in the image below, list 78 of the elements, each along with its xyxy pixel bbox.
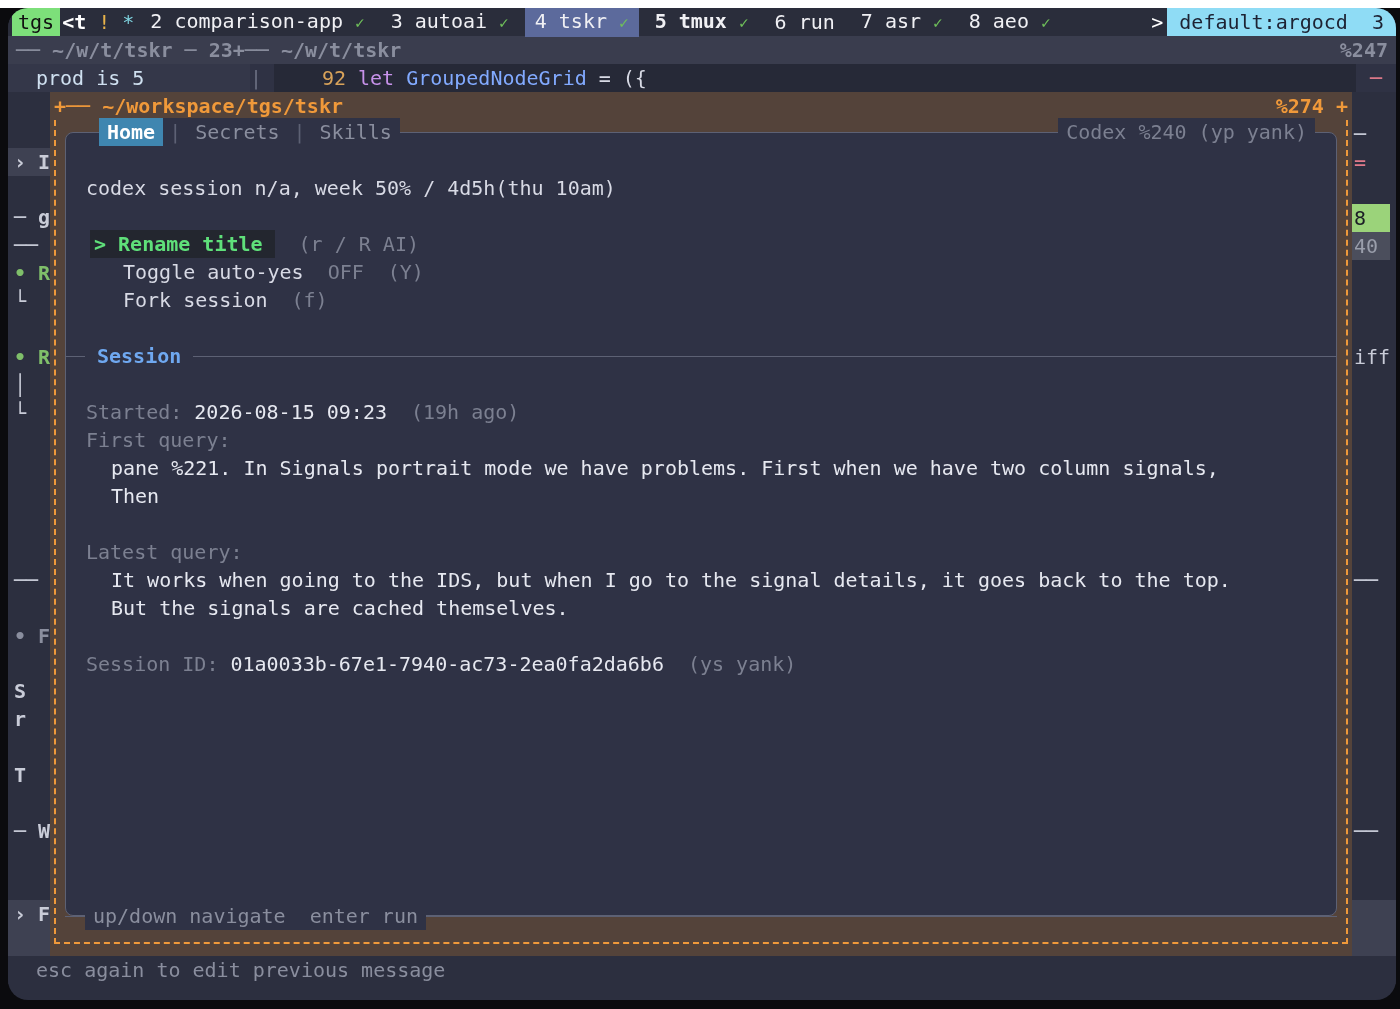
shortcut-hint: (ys yank) — [687, 651, 797, 678]
pane-text: └ — [13, 400, 28, 427]
overflow-marker: > — [1151, 9, 1164, 36]
code-keyword: let — [358, 65, 395, 92]
usage-text: codex session n/a, week 50% / 4d5h(thu 10am) — [86, 175, 616, 202]
field-value: 2026-08-15 09:23 — [194, 399, 387, 426]
field-label: Session ID: — [86, 651, 219, 678]
pane-text: • R — [13, 344, 50, 371]
tab-separator: | — [287, 118, 312, 146]
flag-label: * — [122, 9, 135, 36]
toggle-value: OFF — [327, 259, 364, 286]
window-tab[interactable]: 7 asr ✓ — [850, 8, 953, 37]
section-title: Session — [96, 343, 183, 370]
field-value: 01a0033b-67e1-7940-ac73-2ea0fa2da6b6 — [230, 651, 664, 678]
pane-text: ─ W — [12, 817, 50, 845]
key-hint: up/down — [93, 903, 178, 930]
pane-id: %247 — [1339, 37, 1388, 64]
selection-bar — [1352, 928, 1396, 956]
pane-text: ─ g — [12, 204, 50, 232]
pane-text: ── — [12, 232, 40, 260]
pane-id: %274 + — [1275, 93, 1348, 120]
query-text: But the signals are cached themselves. — [110, 595, 569, 622]
pane-text: └ — [13, 288, 28, 316]
key-action: run — [381, 903, 418, 930]
field-label: Latest query: — [86, 539, 243, 566]
shortcut-hint: (Y) — [387, 259, 424, 286]
code-text: = ({ — [598, 65, 647, 92]
pane-text: iff — [1353, 344, 1392, 372]
flag-label: ! — [98, 9, 111, 36]
shortcut-hint: (f) — [291, 287, 328, 314]
key-action: navigate — [189, 903, 286, 930]
pane-text: › I — [8, 147, 50, 176]
selection-bar — [8, 928, 50, 956]
selection-bar — [1352, 900, 1396, 929]
popup-title: +── ~/workspace/tgs/tskr — [54, 93, 343, 120]
query-text: pane %221. In Signals portrait mode we have problems. First when we have two column signals, — [110, 455, 1219, 482]
window-tab[interactable]: 5 tmux ✓ — [644, 8, 759, 37]
line-number: 92 — [320, 65, 346, 92]
pane-text: S — [13, 678, 28, 706]
count-badge: 8 — [1352, 203, 1390, 232]
tab[interactable]: Home — [99, 118, 164, 146]
menu-item[interactable]: Toggle auto-yes — [94, 258, 304, 286]
pane-text: › F — [8, 900, 50, 929]
header-label: Codex %240 (yp yank) — [1058, 118, 1315, 146]
window-tab[interactable]: 4 tskr ✓ — [524, 8, 639, 37]
pane-text: r — [13, 706, 28, 734]
field-label: First query: — [86, 427, 231, 454]
window-tab[interactable]: 2 comparison-app ✓ — [140, 8, 375, 37]
pane-text: T — [13, 762, 28, 789]
pane-text: ── — [1352, 566, 1380, 594]
pane-text: │ — [13, 372, 28, 399]
relative-time: (19h ago) — [411, 399, 520, 426]
query-text: It works when going to the IDS, but when I go to the signal details, it goes back to the top. — [110, 567, 1231, 594]
pane-text: ── — [1352, 817, 1380, 845]
session-label: default:argocd 3 — [1167, 8, 1396, 36]
prefix-indicator: <t — [62, 9, 87, 36]
pane-text: • F — [13, 622, 50, 650]
window-tab[interactable]: 8 aeo ✓ — [958, 8, 1061, 37]
pane-title: ── ~/w/t/tskr ─ 23+── ~/w/t/tskr — [16, 37, 402, 64]
pane-text: = — [1353, 148, 1368, 176]
tab-separator: | — [163, 118, 188, 146]
window-tab[interactable]: 6 run — [764, 8, 845, 36]
pane-text: ─ — [1352, 120, 1368, 148]
session-name: tgs — [12, 8, 61, 36]
menu-item[interactable]: > Rename title — [90, 230, 275, 258]
menu-item[interactable]: Fork session — [94, 286, 268, 314]
code-identifier: GroupedNodeGrid — [406, 65, 587, 92]
pane-text: prod is 5 — [8, 64, 250, 92]
shortcut-hint: (r / R AI) — [298, 231, 419, 258]
prompt-hint: esc again to edit previous message — [36, 957, 446, 984]
window-tab[interactable]: 3 autoai ✓ — [380, 8, 519, 37]
pane-separator: | — [250, 65, 264, 92]
count-badge: 40 — [1352, 231, 1390, 260]
key-hint: enter — [309, 903, 370, 930]
field-label: Started: — [86, 399, 183, 426]
pane-text: • R — [13, 260, 50, 288]
query-text: Then — [110, 483, 160, 510]
pane-text: ── — [12, 566, 40, 594]
